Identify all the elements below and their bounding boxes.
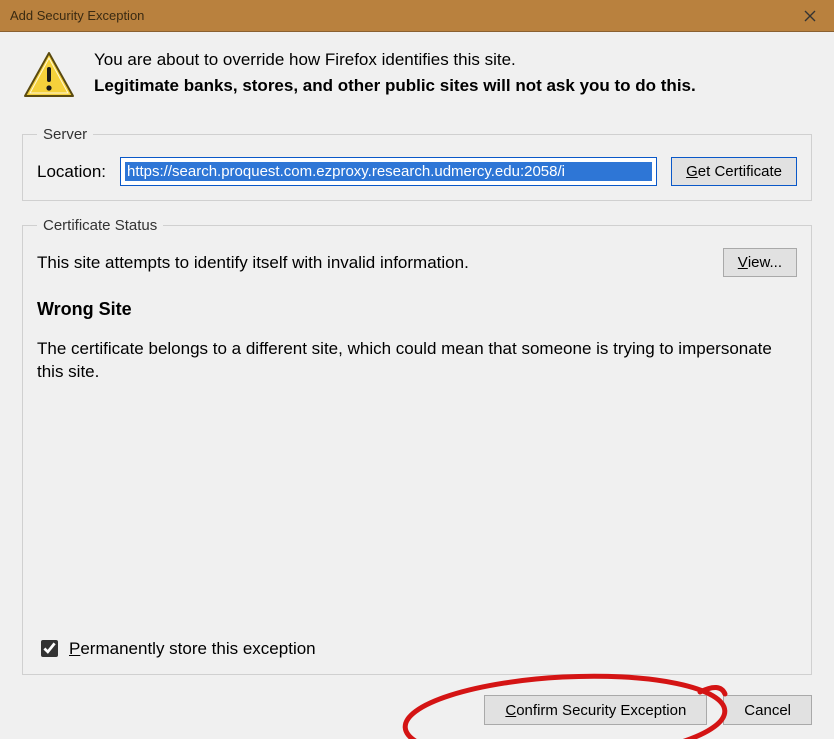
- confirm-security-exception-button[interactable]: Confirm Security Exception: [484, 695, 707, 725]
- header-row: You are about to override how Firefox id…: [22, 50, 812, 104]
- location-label: Location:: [37, 162, 106, 182]
- get-certificate-button[interactable]: Get Certificate: [671, 157, 797, 186]
- wrong-site-heading: Wrong Site: [37, 299, 797, 320]
- cert-status-legend: Certificate Status: [37, 217, 163, 234]
- location-input-text: https://search.proquest.com.ezproxy.rese…: [125, 162, 652, 181]
- header-text: You are about to override how Firefox id…: [94, 50, 812, 96]
- cert-explain: The certificate belongs to a different s…: [37, 338, 797, 384]
- header-line2: Legitimate banks, stores, and other publ…: [94, 76, 812, 96]
- permanently-store-checkbox-row[interactable]: Permanently store this exception: [37, 637, 797, 660]
- close-button[interactable]: [788, 0, 832, 31]
- server-legend: Server: [37, 126, 93, 143]
- window-title: Add Security Exception: [10, 8, 788, 23]
- location-input[interactable]: https://search.proquest.com.ezproxy.rese…: [120, 157, 657, 186]
- close-icon: [804, 10, 816, 22]
- view-button[interactable]: View...: [723, 248, 797, 277]
- cancel-button[interactable]: Cancel: [723, 695, 812, 725]
- cert-status-text: This site attempts to identify itself wi…: [37, 253, 709, 273]
- titlebar[interactable]: Add Security Exception: [0, 0, 834, 32]
- header-line1: You are about to override how Firefox id…: [94, 50, 812, 70]
- permanently-store-checkbox[interactable]: [41, 640, 58, 657]
- dialog-body: You are about to override how Firefox id…: [0, 32, 834, 739]
- footer-buttons: Confirm Security Exception Cancel: [22, 695, 812, 725]
- certificate-status-fieldset: Certificate Status This site attempts to…: [22, 217, 812, 675]
- warning-icon: [22, 50, 76, 104]
- permanently-store-label: Permanently store this exception: [69, 639, 316, 659]
- server-fieldset: Server Location: https://search.proquest…: [22, 126, 812, 201]
